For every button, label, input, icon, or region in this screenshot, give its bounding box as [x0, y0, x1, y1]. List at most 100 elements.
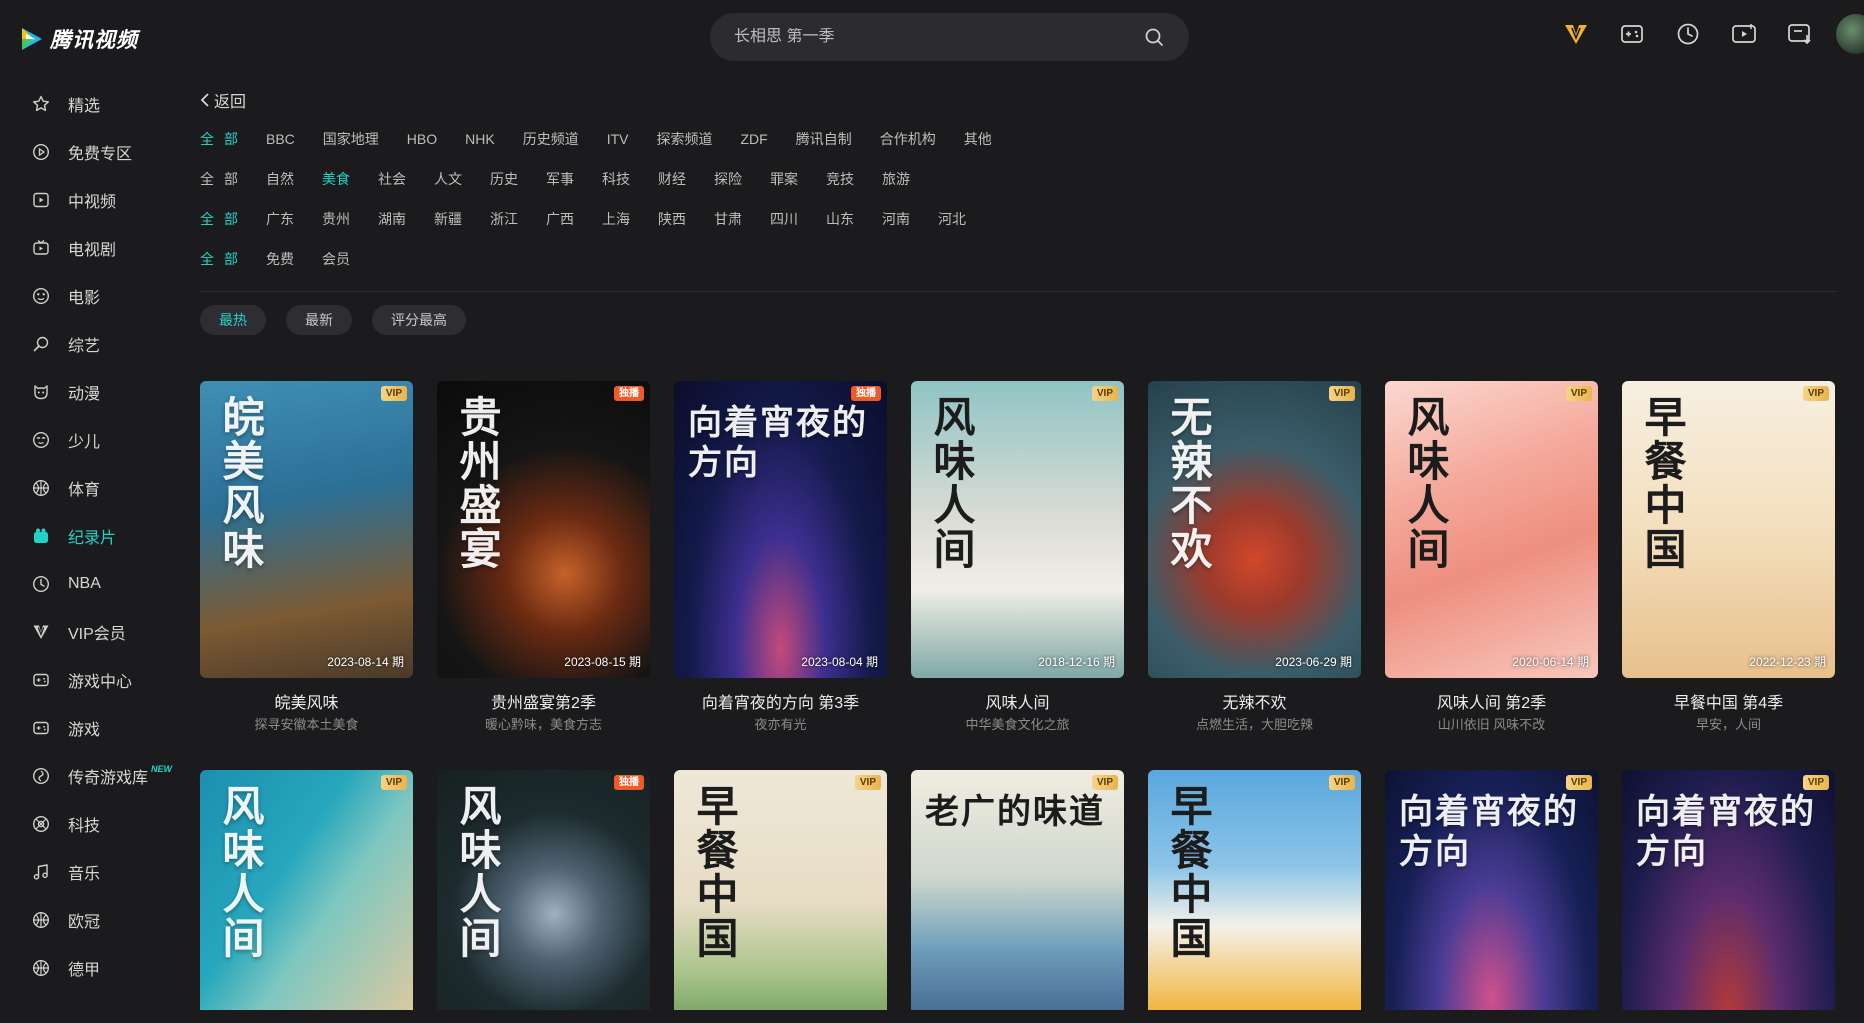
sort-option[interactable]: 评分最高 [372, 305, 466, 335]
filter-option[interactable]: 全部 [200, 249, 248, 269]
video-card[interactable]: 皖美风味 VIP 2023-08-14 期皖美风味 探寻安徽本土美食 [200, 381, 413, 732]
video-card[interactable]: 早餐中国 VIP 2022-12-23 期早餐中国 第4季 早安，人间 [1622, 381, 1835, 732]
card-title[interactable]: 向着宵夜的方向 第3季 [674, 689, 887, 712]
poster-image[interactable]: 无辣不欢 VIP 2023-06-29 期 [1148, 381, 1361, 678]
sidebar-item-13[interactable]: 游戏 [0, 704, 190, 752]
video-card[interactable]: 风味人间 VIP 2018-12-16 期风味人间 中华美食文化之旅 [911, 381, 1124, 732]
filter-option[interactable]: BBC [266, 131, 295, 147]
poster-image[interactable]: 向着宵夜的方向 VIP [1385, 770, 1598, 1010]
filter-option[interactable]: 国家地理 [323, 129, 379, 149]
filter-option[interactable]: 合作机构 [880, 129, 936, 149]
filter-option[interactable]: 其他 [964, 129, 992, 149]
sidebar-item-3[interactable]: 电视剧 [0, 224, 190, 272]
sidebar-item-7[interactable]: 少儿 [0, 416, 190, 464]
poster-image[interactable]: 早餐中国 VIP 2022-12-23 期 [1622, 381, 1835, 678]
filter-option[interactable]: 腾讯自制 [796, 129, 852, 149]
filter-option[interactable]: 四川 [770, 209, 798, 229]
filter-option[interactable]: 罪案 [770, 169, 798, 189]
filter-option[interactable]: 广西 [546, 209, 574, 229]
video-card[interactable]: 无辣不欢 VIP 2023-06-29 期无辣不欢 点燃生活，大胆吃辣 [1148, 381, 1361, 732]
poster-image[interactable]: 皖美风味 VIP 2023-08-14 期 [200, 381, 413, 678]
video-card[interactable]: 早餐中国 VIP [1148, 770, 1361, 1010]
filter-option[interactable]: 上海 [602, 209, 630, 229]
video-card[interactable]: 向着宵夜的方向 独播 2023-08-04 期向着宵夜的方向 第3季 夜亦有光 [674, 381, 887, 732]
filter-option[interactable]: HBO [407, 131, 437, 147]
sidebar-item-15[interactable]: 科技 [0, 800, 190, 848]
search-icon[interactable] [1143, 26, 1165, 48]
sidebar-item-17[interactable]: 欧冠 [0, 896, 190, 944]
search-input[interactable] [734, 28, 1143, 46]
sidebar-item-1[interactable]: 免费专区 [0, 128, 190, 176]
filter-option[interactable]: 新疆 [434, 209, 462, 229]
sidebar-item-10[interactable]: NBA [0, 560, 190, 608]
filter-option[interactable]: 自然 [266, 169, 294, 189]
filter-option[interactable]: ZDF [740, 131, 767, 147]
filter-option[interactable]: 竞技 [826, 169, 854, 189]
filter-option[interactable]: 军事 [546, 169, 574, 189]
video-card[interactable]: 风味人间 独播 [437, 770, 650, 1010]
filter-option[interactable]: 贵州 [322, 209, 350, 229]
poster-image[interactable]: 向着宵夜的方向 独播 2023-08-04 期 [674, 381, 887, 678]
card-title[interactable]: 贵州盛宴第2季 [437, 689, 650, 712]
filter-option[interactable]: 河南 [882, 209, 910, 229]
poster-image[interactable]: 向着宵夜的方向 VIP [1622, 770, 1835, 1010]
filter-option[interactable]: 探险 [714, 169, 742, 189]
download-icon[interactable] [1772, 14, 1828, 54]
poster-image[interactable]: 风味人间 独播 [437, 770, 650, 1010]
filter-option[interactable]: 广东 [266, 209, 294, 229]
sidebar-item-5[interactable]: 综艺 [0, 320, 190, 368]
sidebar-item-11[interactable]: VIP会员 [0, 608, 190, 656]
filter-option[interactable]: 免费 [266, 249, 294, 269]
filter-option[interactable]: NHK [465, 131, 495, 147]
filter-option[interactable]: 社会 [378, 169, 406, 189]
filter-option[interactable]: 探索频道 [656, 129, 712, 149]
filter-option[interactable]: 湖南 [378, 209, 406, 229]
search-bar[interactable] [710, 13, 1189, 61]
video-card[interactable]: 风味人间 VIP 2020-06-14 期风味人间 第2季 山川依旧 风味不改 [1385, 381, 1598, 732]
poster-image[interactable]: 早餐中国 VIP [674, 770, 887, 1010]
filter-option[interactable]: 全部 [200, 129, 248, 149]
poster-image[interactable]: 风味人间 VIP 2018-12-16 期 [911, 381, 1124, 678]
poster-image[interactable]: 贵州盛宴 独播 2023-08-15 期 [437, 381, 650, 678]
card-title[interactable]: 风味人间 第2季 [1385, 689, 1598, 712]
poster-image[interactable]: 早餐中国 VIP [1148, 770, 1361, 1010]
filter-option[interactable]: 历史频道 [523, 129, 579, 149]
filter-option[interactable]: 科技 [602, 169, 630, 189]
game-icon[interactable] [1604, 14, 1660, 54]
filter-option[interactable]: 全部 [200, 209, 248, 229]
video-card[interactable]: 向着宵夜的方向 VIP [1385, 770, 1598, 1010]
video-card[interactable]: 向着宵夜的方向 VIP [1622, 770, 1835, 1010]
filter-option[interactable]: 浙江 [490, 209, 518, 229]
video-card[interactable]: 老广的味道 VIP [911, 770, 1124, 1010]
sidebar-item-4[interactable]: 电影 [0, 272, 190, 320]
upload-video-icon[interactable] [1716, 14, 1772, 54]
filter-option[interactable]: 旅游 [882, 169, 910, 189]
filter-option[interactable]: 山东 [826, 209, 854, 229]
sidebar-item-12[interactable]: 游戏中心 [0, 656, 190, 704]
filter-option[interactable]: 历史 [490, 169, 518, 189]
history-icon[interactable] [1660, 14, 1716, 54]
video-card[interactable]: 早餐中国 VIP [674, 770, 887, 1010]
filter-option[interactable]: 财经 [658, 169, 686, 189]
sidebar-item-14[interactable]: 传奇游戏库 NEW [0, 752, 190, 800]
filter-option[interactable]: 美食 [322, 169, 350, 189]
poster-image[interactable]: 风味人间 VIP 2020-06-14 期 [1385, 381, 1598, 678]
video-card[interactable]: 贵州盛宴 独播 2023-08-15 期贵州盛宴第2季 暖心黔味，美食方志 [437, 381, 650, 732]
filter-option[interactable]: 会员 [322, 249, 350, 269]
filter-option[interactable]: 陕西 [658, 209, 686, 229]
sidebar-item-0[interactable]: 精选 [0, 80, 190, 128]
card-title[interactable]: 无辣不欢 [1148, 689, 1361, 712]
card-title[interactable]: 风味人间 [911, 689, 1124, 712]
sidebar-item-2[interactable]: 中视频 [0, 176, 190, 224]
card-title[interactable]: 皖美风味 [200, 689, 413, 712]
card-title[interactable]: 早餐中国 第4季 [1622, 689, 1835, 712]
filter-option[interactable]: 人文 [434, 169, 462, 189]
poster-image[interactable]: 老广的味道 VIP [911, 770, 1124, 1010]
filter-option[interactable]: ITV [607, 131, 629, 147]
avatar[interactable] [1836, 14, 1864, 54]
sidebar-item-8[interactable]: 体育 [0, 464, 190, 512]
logo[interactable]: 腾讯视频 [18, 24, 138, 54]
sort-option[interactable]: 最热 [200, 305, 266, 335]
filter-option[interactable]: 河北 [938, 209, 966, 229]
sidebar-item-9[interactable]: 纪录片 [0, 512, 190, 560]
